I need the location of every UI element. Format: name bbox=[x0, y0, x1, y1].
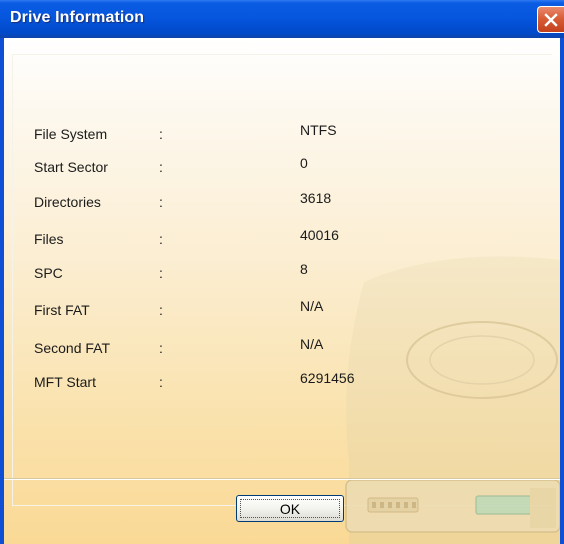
info-value: 8 bbox=[300, 261, 308, 277]
info-colon: : bbox=[159, 302, 163, 318]
button-separator bbox=[4, 478, 560, 480]
info-value: 40016 bbox=[300, 227, 339, 243]
info-label: Directories bbox=[34, 194, 101, 210]
info-row-mft-start: MFT Start : 6291456 bbox=[4, 370, 560, 398]
info-row-directories: Directories : 3618 bbox=[4, 190, 560, 218]
info-label: Files bbox=[34, 231, 64, 247]
window-frame-right bbox=[560, 38, 564, 544]
info-label: SPC bbox=[34, 265, 63, 281]
focus-rectangle bbox=[240, 499, 340, 518]
info-row-second-fat: Second FAT : N/A bbox=[4, 336, 560, 364]
info-row-first-fat: First FAT : N/A bbox=[4, 298, 560, 326]
title-bar[interactable]: Drive Information bbox=[0, 0, 564, 38]
info-row-files: Files : 40016 bbox=[4, 227, 560, 255]
info-value: 0 bbox=[300, 155, 308, 171]
drive-information-dialog: Drive Information File System: NTFS Sta… bbox=[0, 0, 564, 544]
info-row-spc: SPC : 8 bbox=[4, 261, 560, 289]
info-value: 3618 bbox=[300, 190, 332, 206]
close-button[interactable] bbox=[537, 6, 564, 33]
info-colon: : bbox=[159, 194, 163, 210]
window-title: Drive Information bbox=[10, 9, 145, 26]
dialog-body: File System : NTFS Start Sector : 0 Dire… bbox=[4, 38, 560, 544]
info-label: Second FAT bbox=[34, 340, 111, 356]
info-colon: : bbox=[159, 231, 163, 247]
ok-button[interactable]: OK bbox=[236, 495, 344, 522]
info-label: Start Sector bbox=[34, 159, 108, 175]
info-colon: : bbox=[159, 340, 163, 356]
info-colon: : bbox=[159, 159, 163, 175]
close-icon bbox=[544, 12, 558, 27]
info-value: NTFS bbox=[300, 122, 337, 138]
info-row-start-sector: Start Sector : 0 bbox=[4, 155, 560, 183]
info-colon: : bbox=[159, 265, 163, 281]
info-value: N/A bbox=[300, 298, 324, 314]
info-colon: : bbox=[159, 126, 163, 142]
info-row-file-system: File System : NTFS bbox=[4, 122, 560, 150]
info-label: File System bbox=[34, 126, 108, 142]
info-label: MFT Start bbox=[34, 374, 96, 390]
info-value: 6291456 bbox=[300, 370, 355, 386]
info-colon: : bbox=[159, 374, 163, 390]
info-label: First FAT bbox=[34, 302, 90, 318]
info-value: N/A bbox=[300, 336, 324, 352]
